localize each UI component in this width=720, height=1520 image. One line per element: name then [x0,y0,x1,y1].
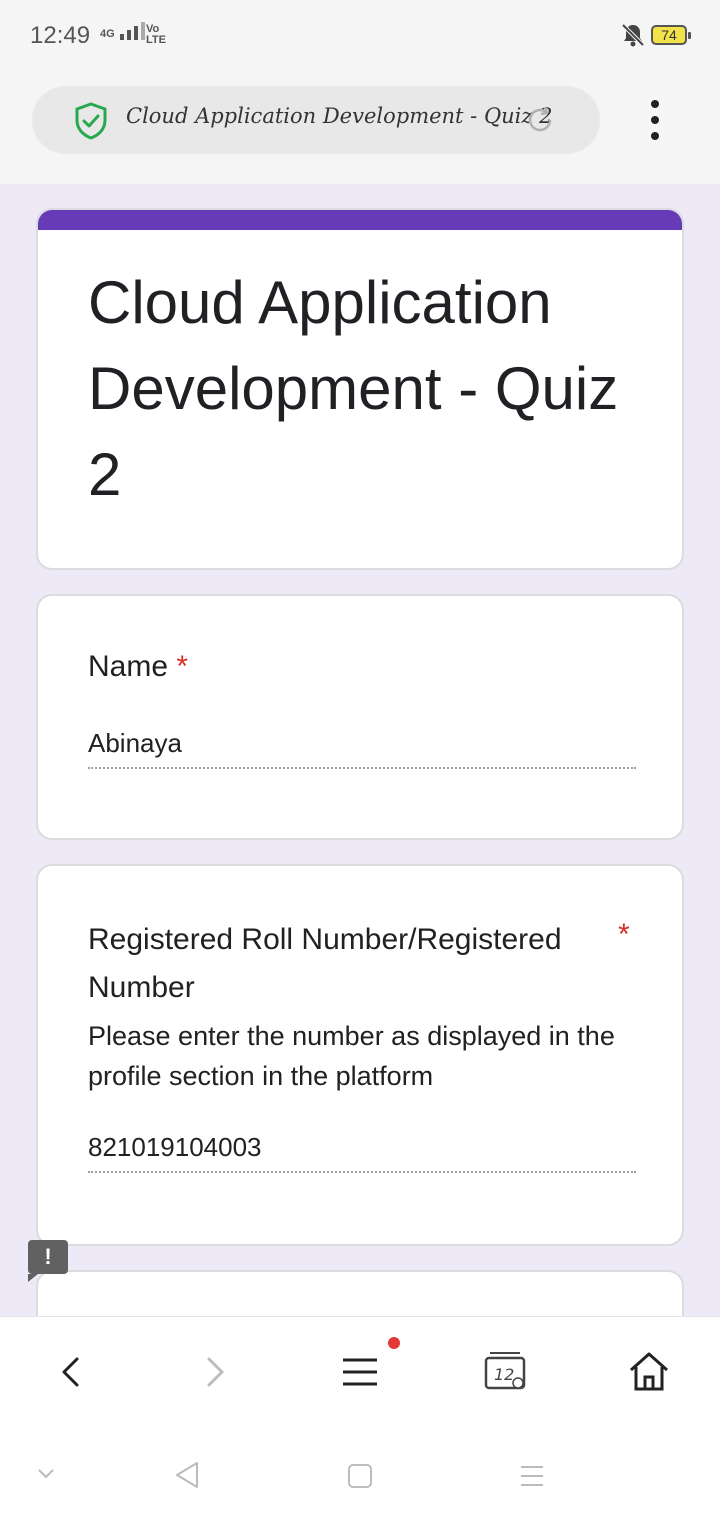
address-bar[interactable]: Cloud Application Development - Quiz 2 [32,86,600,154]
more-vert-icon[interactable] [640,100,670,140]
question-label: Name * [88,650,188,684]
bell-muted-icon [621,23,645,47]
question-description: Please enter the number as displayed in … [88,1021,615,1091]
network-type: 4G [100,28,115,40]
shield-check-icon [75,102,107,140]
form-title: Cloud Application Development - Quiz 2 [88,269,619,508]
recents-icon[interactable] [518,1462,546,1490]
menu-icon[interactable] [335,1347,385,1397]
forward-icon[interactable] [190,1347,240,1397]
reload-icon[interactable] [524,104,556,136]
status-bar: 12:49 4G Vo LTE 74 [0,0,720,72]
system-navigation-bar [0,1426,720,1520]
browser-bottom-toolbar: 12 [0,1316,720,1426]
question-title: Registered Roll Number/Registered Number [88,923,562,1004]
tabs-icon[interactable]: 12 [480,1347,530,1397]
back-triangle-icon[interactable] [172,1460,202,1490]
required-asterisk: * [176,650,189,683]
back-icon[interactable] [46,1347,96,1397]
home-square-icon[interactable] [346,1462,374,1490]
form-accent-bar [38,210,682,230]
page-title-url: Cloud Application Development - Quiz 2 [126,104,553,128]
form-title-card: Cloud Application Development - Quiz 2 [36,208,684,570]
signal-icon: 4G [100,22,145,40]
browser-top-bar: Cloud Application Development - Quiz 2 [0,72,720,184]
battery-icon: 74 [651,25,691,45]
question-card-name: Name * Abinaya [36,594,684,840]
clock: 12:49 [30,22,91,49]
collapse-icon[interactable] [36,1466,56,1480]
question-title: Name [88,650,169,683]
volte-indicator: Vo LTE [146,23,166,46]
roll-number-input[interactable]: 821019104003 [88,1132,636,1173]
report-feedback-icon[interactable]: ! [28,1240,68,1282]
svg-text:12: 12 [494,1365,514,1384]
notification-dot [388,1337,400,1349]
required-asterisk: * [618,918,630,951]
name-input[interactable]: Abinaya [88,728,636,769]
home-icon[interactable] [624,1347,674,1397]
question-card-roll-number: Registered Roll Number/Registered Number… [36,864,684,1246]
